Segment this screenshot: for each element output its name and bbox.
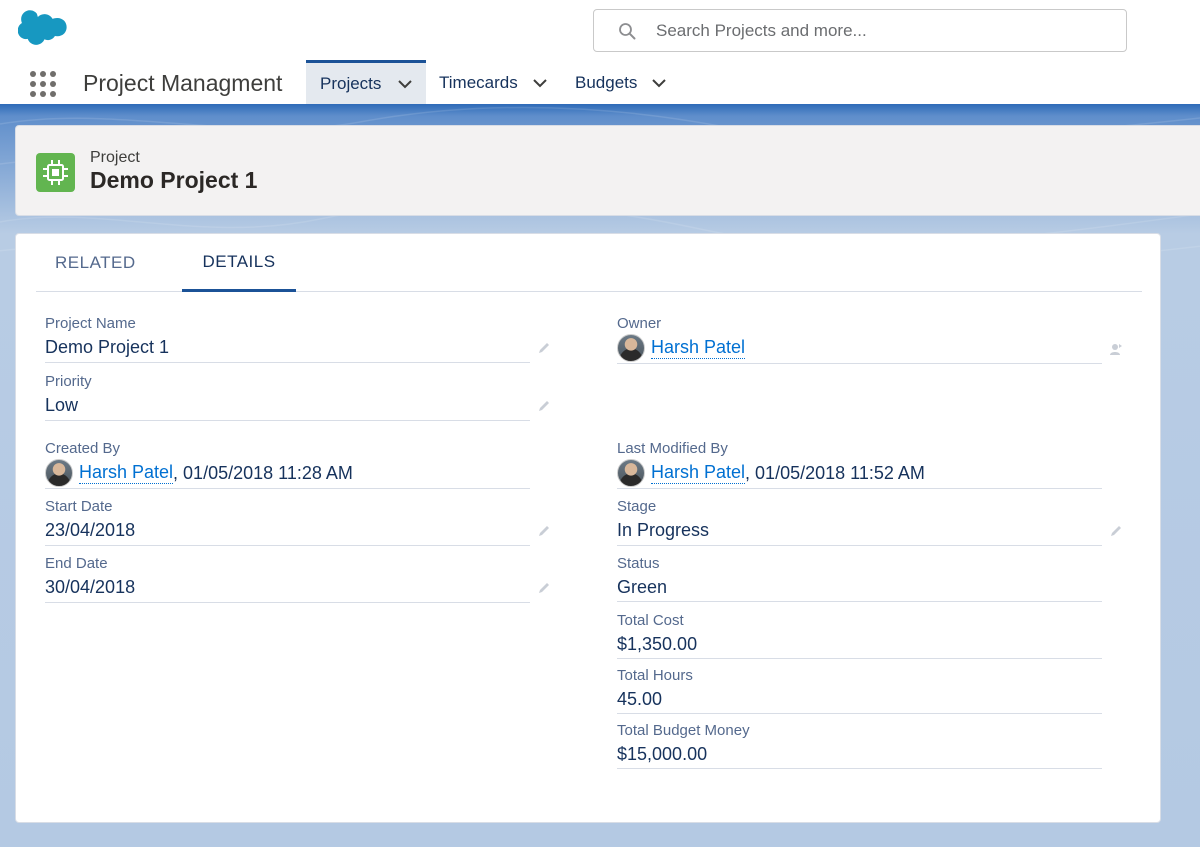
field-divider bbox=[617, 658, 1102, 659]
field-label: Owner bbox=[617, 315, 662, 332]
nav-item-label: Projects bbox=[320, 74, 382, 93]
record-header: Project Demo Project 1 bbox=[15, 125, 1200, 216]
field-divider bbox=[45, 362, 530, 363]
tab-related[interactable]: RELATED bbox=[55, 234, 136, 292]
nav-item-budgets[interactable]: Budgets bbox=[575, 60, 667, 105]
field-value: $1,350.00 bbox=[617, 634, 698, 654]
change-owner-icon[interactable] bbox=[1109, 342, 1123, 356]
search-icon bbox=[619, 23, 636, 40]
app-launcher-icon[interactable] bbox=[30, 71, 56, 97]
field-divider bbox=[617, 545, 1102, 546]
global-header: Project Managment Projects Timecards Bud… bbox=[0, 0, 1200, 106]
field-divider bbox=[45, 488, 530, 489]
record-title: Demo Project 1 bbox=[90, 167, 258, 193]
record-detail-card: RELATED DETAILS Project Name Demo Projec… bbox=[15, 233, 1161, 823]
field-label: Status bbox=[617, 555, 660, 572]
field-label: Total Hours bbox=[617, 667, 693, 684]
salesforce-logo[interactable] bbox=[18, 10, 72, 50]
user-link[interactable]: Harsh Patel bbox=[651, 462, 746, 484]
avatar[interactable] bbox=[45, 459, 73, 487]
field-value: Harsh Patel , 01/05/2018 11:52 AM bbox=[617, 459, 925, 487]
field-status: Status Green bbox=[617, 555, 1147, 605]
project-icon bbox=[36, 153, 75, 192]
timestamp: , 01/05/2018 11:52 AM bbox=[745, 462, 925, 483]
nav-item-label: Budgets bbox=[575, 72, 638, 92]
field-divider bbox=[617, 488, 1102, 489]
field-last-modified-by: Last Modified By Harsh Patel , 01/05/201… bbox=[617, 440, 1147, 490]
field-project-name: Project Name Demo Project 1 bbox=[45, 315, 575, 365]
nav-item-label: Timecards bbox=[439, 72, 518, 92]
field-end-date: End Date 30/04/2018 bbox=[45, 555, 575, 605]
field-label: Stage bbox=[617, 498, 657, 515]
pencil-icon[interactable] bbox=[537, 341, 551, 355]
avatar[interactable] bbox=[617, 459, 645, 487]
field-value: 45.00 bbox=[617, 689, 663, 709]
field-label: Priority bbox=[45, 373, 92, 390]
field-priority: Priority Low bbox=[45, 373, 575, 423]
chevron-down-icon[interactable] bbox=[651, 78, 667, 88]
field-divider bbox=[45, 420, 530, 421]
field-label: Created By bbox=[45, 440, 121, 457]
field-divider bbox=[45, 602, 530, 603]
pencil-icon[interactable] bbox=[537, 399, 551, 413]
record-tabs: RELATED DETAILS bbox=[36, 234, 1142, 292]
global-search[interactable] bbox=[593, 9, 1127, 52]
field-stage: Stage In Progress bbox=[617, 498, 1147, 548]
field-value: 30/04/2018 bbox=[45, 577, 136, 597]
field-value: Green bbox=[617, 577, 668, 597]
field-start-date: Start Date 23/04/2018 bbox=[45, 498, 575, 548]
nav-item-projects[interactable]: Projects bbox=[306, 60, 426, 105]
search-input[interactable] bbox=[656, 10, 1116, 51]
chevron-down-icon[interactable] bbox=[397, 79, 413, 89]
field-label: Last Modified By bbox=[617, 440, 728, 457]
field-value: In Progress bbox=[617, 520, 710, 540]
field-divider bbox=[617, 601, 1102, 602]
record-type-label: Project bbox=[90, 149, 140, 166]
app-name: Project Managment bbox=[83, 70, 283, 96]
field-label: Total Budget Money bbox=[617, 722, 750, 739]
avatar[interactable] bbox=[617, 334, 645, 362]
pencil-icon[interactable] bbox=[1109, 524, 1123, 538]
field-divider bbox=[617, 713, 1102, 714]
field-divider bbox=[617, 768, 1102, 769]
field-total-cost: Total Cost $1,350.00 bbox=[617, 612, 1147, 662]
timestamp: , 01/05/2018 11:28 AM bbox=[173, 462, 353, 483]
field-value: Demo Project 1 bbox=[45, 337, 170, 357]
user-link[interactable]: Harsh Patel bbox=[79, 462, 174, 484]
field-divider bbox=[617, 363, 1102, 364]
field-label: End Date bbox=[45, 555, 108, 572]
user-link[interactable]: Harsh Patel bbox=[651, 337, 746, 359]
field-total-budget-money: Total Budget Money $15,000.00 bbox=[617, 722, 1147, 772]
pencil-icon[interactable] bbox=[537, 581, 551, 595]
field-owner: Owner Harsh Patel bbox=[617, 315, 1147, 365]
field-value: Low bbox=[45, 395, 79, 415]
chevron-down-icon[interactable] bbox=[532, 78, 548, 88]
field-divider bbox=[45, 545, 530, 546]
field-total-hours: Total Hours 45.00 bbox=[617, 667, 1147, 717]
tab-details[interactable]: DETAILS bbox=[182, 234, 296, 292]
pencil-icon[interactable] bbox=[537, 524, 551, 538]
nav-item-timecards[interactable]: Timecards bbox=[439, 60, 548, 105]
field-label: Total Cost bbox=[617, 612, 684, 629]
field-label: Project Name bbox=[45, 315, 136, 332]
field-created-by: Created By Harsh Patel , 01/05/2018 11:2… bbox=[45, 440, 575, 490]
field-label: Start Date bbox=[45, 498, 113, 515]
field-value: $15,000.00 bbox=[617, 744, 708, 764]
field-value: Harsh Patel bbox=[617, 334, 746, 362]
field-value: 23/04/2018 bbox=[45, 520, 136, 540]
field-value: Harsh Patel , 01/05/2018 11:28 AM bbox=[45, 459, 353, 487]
